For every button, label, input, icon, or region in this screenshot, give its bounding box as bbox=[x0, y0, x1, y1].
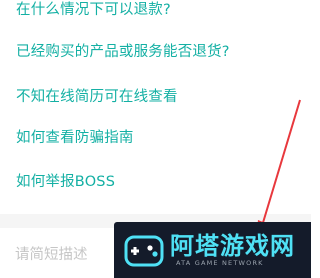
faq-list: 在什么情况下可以退款? 已经购买的产品或服务能否退货? 不知在线简历可在线查看 … bbox=[0, 0, 311, 214]
watermark-subtitle: ATA GAME NETWORK bbox=[176, 259, 264, 267]
faq-item-refund-conditions[interactable]: 在什么情况下可以退款? bbox=[16, 0, 171, 19]
faq-item-report-boss[interactable]: 如何举报BOSS bbox=[16, 170, 115, 191]
faq-item-online-resume[interactable]: 不知在线简历可在线查看 bbox=[16, 85, 178, 106]
watermark: 阿塔游戏网 ATA GAME NETWORK bbox=[114, 222, 311, 278]
faq-item-return-purchased[interactable]: 已经购买的产品或服务能否退货? bbox=[16, 40, 230, 61]
gamepad-logo-icon bbox=[124, 235, 164, 267]
watermark-title: 阿塔游戏网 bbox=[170, 232, 295, 260]
faq-item-anti-fraud-guide[interactable]: 如何查看防骗指南 bbox=[16, 126, 134, 147]
